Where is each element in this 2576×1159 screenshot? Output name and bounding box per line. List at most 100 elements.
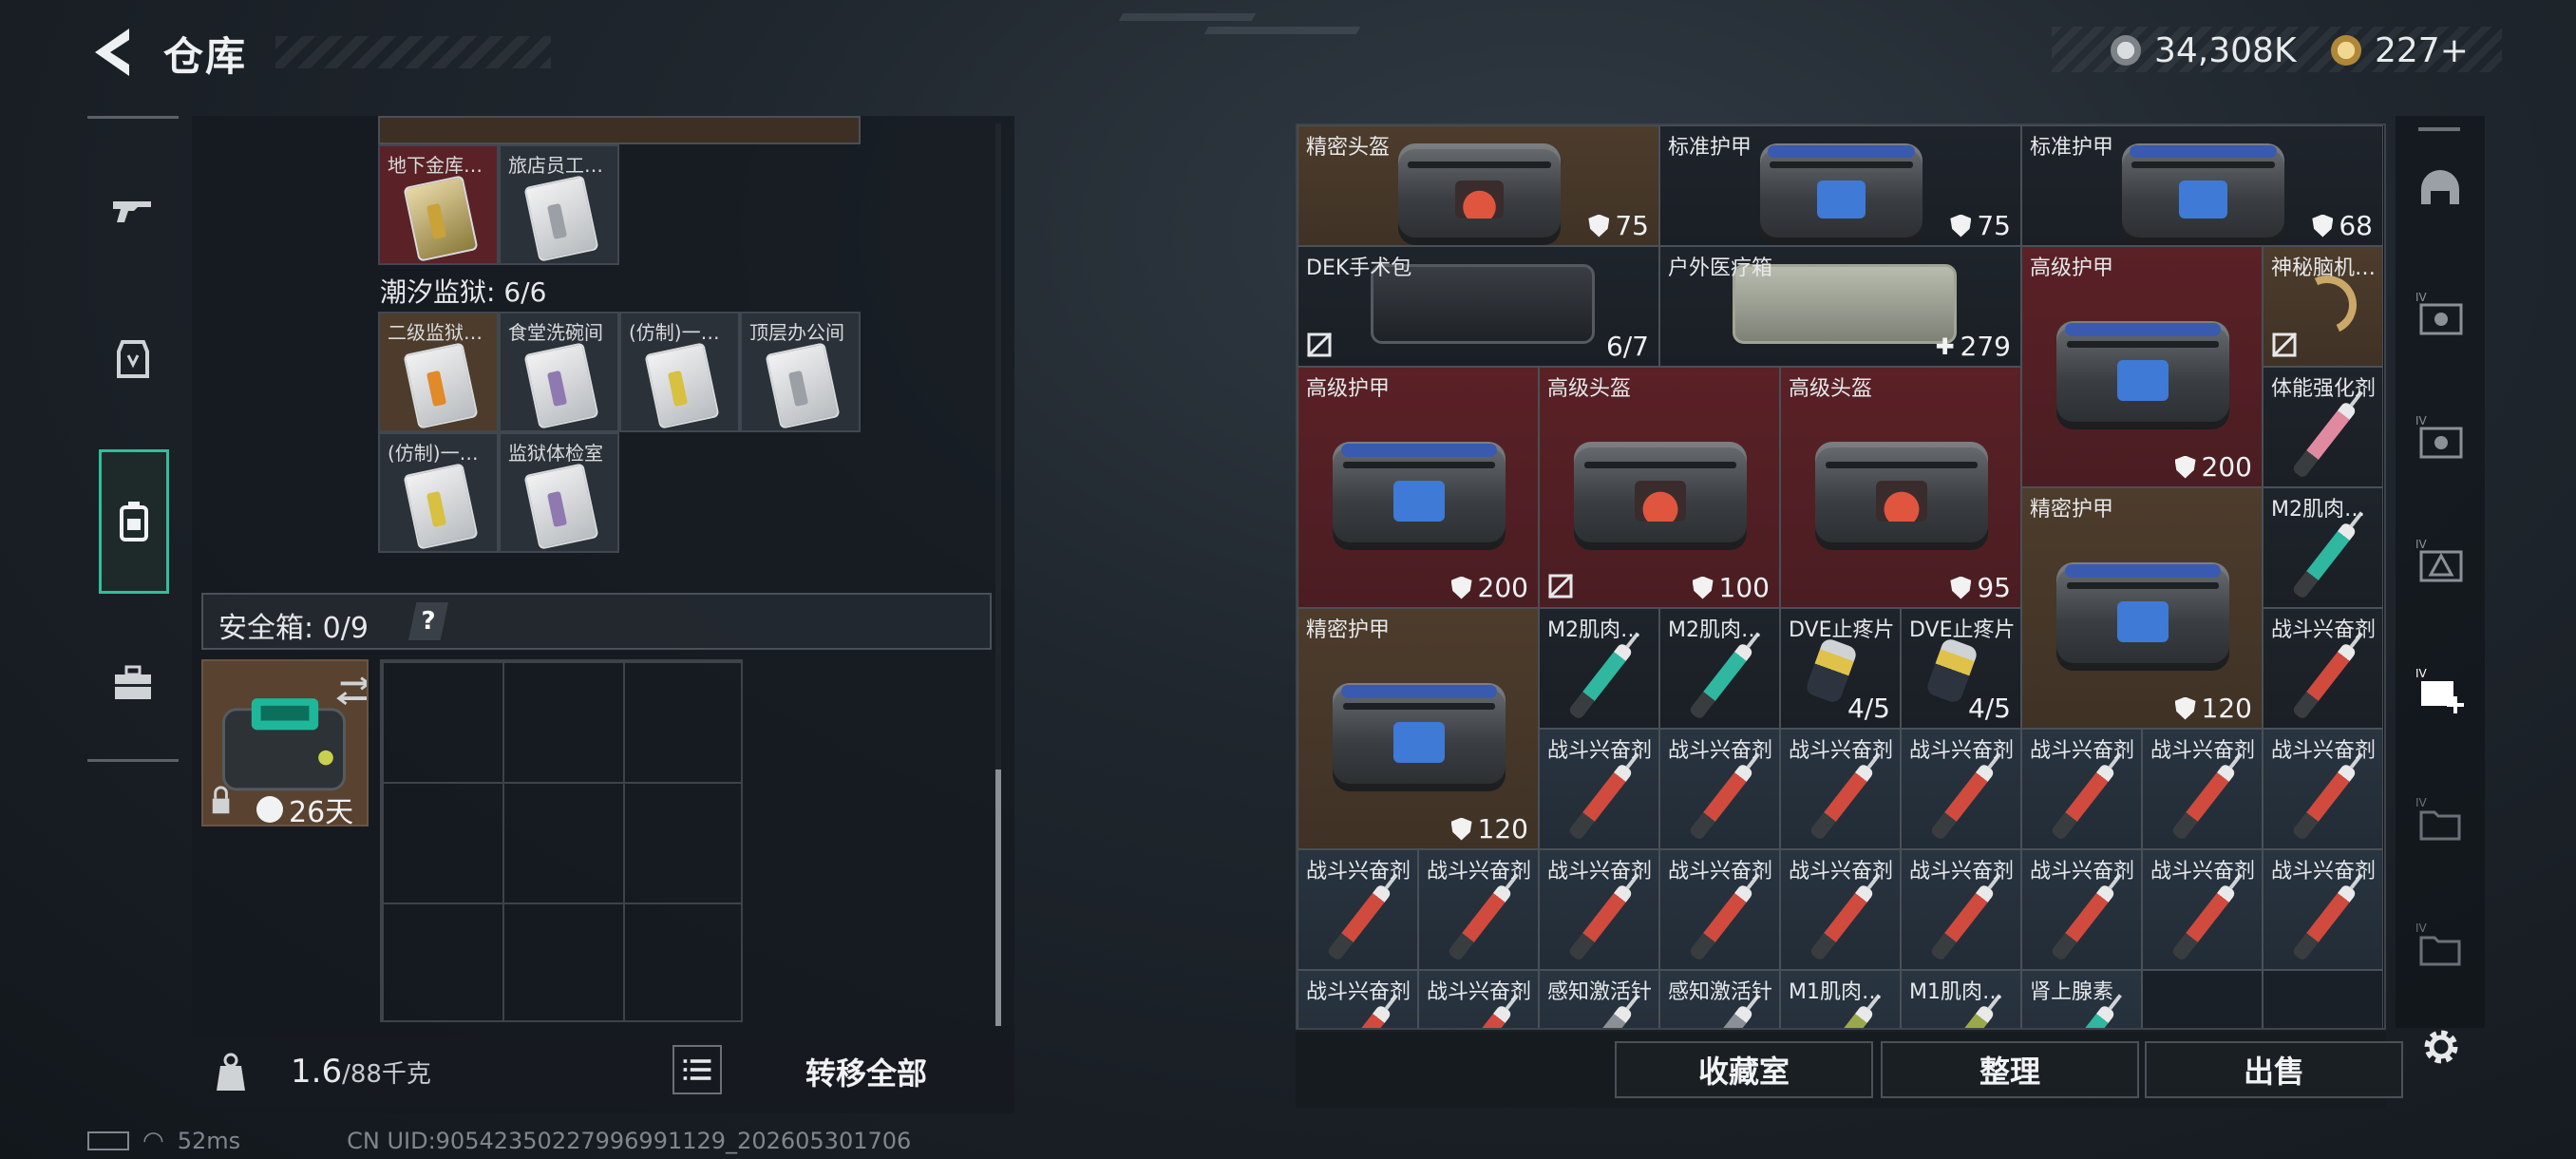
inventory-item[interactable]: M2肌肉… (1539, 608, 1659, 729)
collection-room-button[interactable]: 收藏室 (1615, 1041, 1873, 1098)
inventory-item[interactable]: 战斗兴奋剂 (1297, 970, 1418, 1028)
key-item[interactable]: 地下金库… (378, 144, 499, 265)
item-name: 高级头盔 (1547, 377, 1632, 401)
inventory-item[interactable]: 高级护甲 200 (1297, 367, 1539, 608)
inventory-item[interactable]: 高级护甲 200 (2021, 246, 2263, 487)
inventory-item[interactable]: 战斗兴奋剂 (1901, 729, 2021, 849)
key-item[interactable]: 旅店员工… (499, 144, 619, 265)
value-text: 200 (2201, 451, 2252, 483)
inventory-item[interactable]: 战斗兴奋剂 (1539, 849, 1659, 970)
syringe-icon (1808, 762, 1875, 841)
armor-bag-icon (2055, 562, 2230, 671)
rail-tab-iv-1[interactable]: IV (2411, 285, 2470, 344)
inventory-item[interactable]: 战斗兴奋剂 (2021, 849, 2142, 970)
rail-tab-iv-2[interactable]: IV (2411, 408, 2470, 467)
organize-button[interactable]: 整理 (1881, 1041, 2139, 1098)
key-item[interactable]: 监狱体检室 (499, 432, 619, 553)
stash-scrollbar-thumb[interactable] (995, 770, 1001, 1026)
key-item[interactable]: 食堂洗碗间 (499, 312, 619, 432)
keycard-icon (403, 175, 479, 262)
value-text: 6/7 (1605, 331, 1649, 362)
back-button[interactable] (87, 25, 137, 80)
keycard-icon (765, 342, 841, 429)
safe-box-grid[interactable] (380, 659, 743, 1022)
item-name: 战斗兴奋剂 (2030, 860, 2135, 884)
inventory-item[interactable]: M1肌肉… (1901, 970, 2021, 1028)
transfer-all-button[interactable]: 转移全部 (735, 1041, 997, 1102)
sell-button[interactable]: 出售 (2145, 1041, 2403, 1098)
inventory-item[interactable]: M2肌肉… (2263, 487, 2383, 608)
key-item[interactable]: 二级监狱… (378, 312, 499, 432)
item-name: 神秘脑机… (2271, 256, 2377, 280)
inventory-item[interactable]: 战斗兴奋剂 (1297, 849, 1418, 970)
rail-tab-iv-5[interactable]: IV (2411, 790, 2470, 849)
list-view-button[interactable] (672, 1045, 722, 1094)
inventory-item[interactable]: 战斗兴奋剂 (1659, 849, 1780, 970)
inventory-item[interactable]: DVE止疼片 4/5 (1901, 608, 2021, 729)
tab-armor[interactable] (101, 326, 165, 390)
rail-tab-iv-4-selected[interactable]: IV (2411, 661, 2470, 720)
uid-text: CN UID:9054235022799699112​9_20260530170… (347, 1128, 912, 1154)
tab-backpack[interactable] (99, 449, 169, 594)
inventory-item[interactable]: 战斗兴奋剂 (1780, 729, 1901, 849)
inventory-item[interactable]: 战斗兴奋剂 (2142, 849, 2263, 970)
inventory-item[interactable]: 战斗兴奋剂 (2021, 729, 2142, 849)
rail-tab-helmet[interactable] (2411, 160, 2470, 218)
item-name: 食堂洗碗间 (508, 321, 603, 344)
IV-add-icon: IV (2415, 667, 2464, 713)
inventory-item[interactable]: 战斗兴奋剂 (2263, 729, 2383, 849)
inventory-item[interactable]: 精密护甲 120 (2021, 487, 2263, 729)
inventory-item[interactable]: 精密头盔 75 (1297, 125, 1659, 246)
armor-bag-icon (2121, 143, 2285, 245)
inventory-item[interactable]: 标准护甲 75 (1659, 125, 2021, 246)
svg-text:IV: IV (2415, 667, 2428, 680)
key-item[interactable]: 顶层办公间 (740, 312, 861, 432)
syringe-icon (2290, 883, 2358, 961)
inventory-item[interactable]: 高级头盔 100 (1539, 367, 1780, 608)
tab-toolbox[interactable] (101, 651, 165, 715)
svg-text:IV: IV (2415, 922, 2428, 935)
inventory-item[interactable]: 感知激活针 (1539, 970, 1659, 1028)
tab-weapons[interactable] (101, 178, 165, 242)
inventory-item[interactable]: DEK手术包 6/7 (1297, 246, 1659, 367)
settings-button[interactable] (2416, 1022, 2466, 1072)
currency-silver[interactable]: 34,308K (2111, 28, 2297, 72)
inventory-item[interactable]: 标准护甲 68 (2021, 125, 2383, 246)
inventory-item[interactable]: 战斗兴奋剂 (2263, 849, 2383, 970)
inventory-item[interactable]: M1肌肉… (1780, 970, 1901, 1028)
wifi-icon: ◠ (142, 1127, 164, 1155)
inventory-item[interactable]: 战斗兴奋剂 (1901, 849, 2021, 970)
currency-gold[interactable]: 227+ (2331, 28, 2469, 72)
key-item[interactable]: (仿制)一… (619, 312, 740, 432)
inventory-item[interactable]: 战斗兴奋剂 (1539, 729, 1659, 849)
inventory-item[interactable]: 精密护甲 120 (1297, 608, 1539, 849)
syringe-icon (1808, 883, 1875, 961)
inventory-item[interactable]: 战斗兴奋剂 (2263, 608, 2383, 729)
inventory-item[interactable]: 战斗兴奋剂 (1780, 849, 1901, 970)
inventory-item[interactable]: 神秘脑机… (2263, 246, 2383, 367)
inventory-grid[interactable]: 精密头盔 75 标准护甲 75 标准护甲 68 DEK手术包 6/7 户外医疗箱 ✚ 279 高级护甲… (1296, 124, 2386, 1030)
armor-bag-icon (1332, 683, 1506, 791)
rail-tab-iv-6[interactable]: IV (2411, 916, 2470, 975)
item-value: 68 (2312, 210, 2373, 241)
key-item[interactable]: (仿制)一… (378, 432, 499, 553)
inventory-item[interactable]: 战斗兴奋剂 (1659, 729, 1780, 849)
item-name: 肾上腺素 (2030, 980, 2114, 1004)
inventory-item[interactable]: 肾上腺素 (2021, 970, 2142, 1028)
container-rail: IV IV IV IV IV IV (2396, 116, 2485, 1028)
empty-slot[interactable] (2142, 970, 2263, 1028)
empty-slot[interactable] (2263, 970, 2383, 1028)
inventory-item[interactable]: 体能强化剂 (2263, 367, 2383, 487)
inventory-item[interactable]: 战斗兴奋剂 (2142, 729, 2263, 849)
inventory-item[interactable]: M2肌肉… (1659, 608, 1780, 729)
rail-tab-iv-3[interactable]: IV (2411, 532, 2470, 591)
keycard-icon (523, 342, 599, 429)
item-name: 战斗兴奋剂 (1909, 739, 2015, 763)
inventory-item[interactable]: 高级头盔 95 (1780, 367, 2021, 608)
inventory-item[interactable]: 战斗兴奋剂 (1418, 849, 1539, 970)
inventory-item[interactable]: 户外医疗箱 ✚ 279 (1659, 246, 2021, 367)
inventory-item[interactable]: 感知激活针 (1659, 970, 1780, 1028)
item-value: 200 (2174, 451, 2252, 483)
inventory-item[interactable]: 战斗兴奋剂 (1418, 970, 1539, 1028)
inventory-item[interactable]: DVE止疼片 4/5 (1780, 608, 1901, 729)
